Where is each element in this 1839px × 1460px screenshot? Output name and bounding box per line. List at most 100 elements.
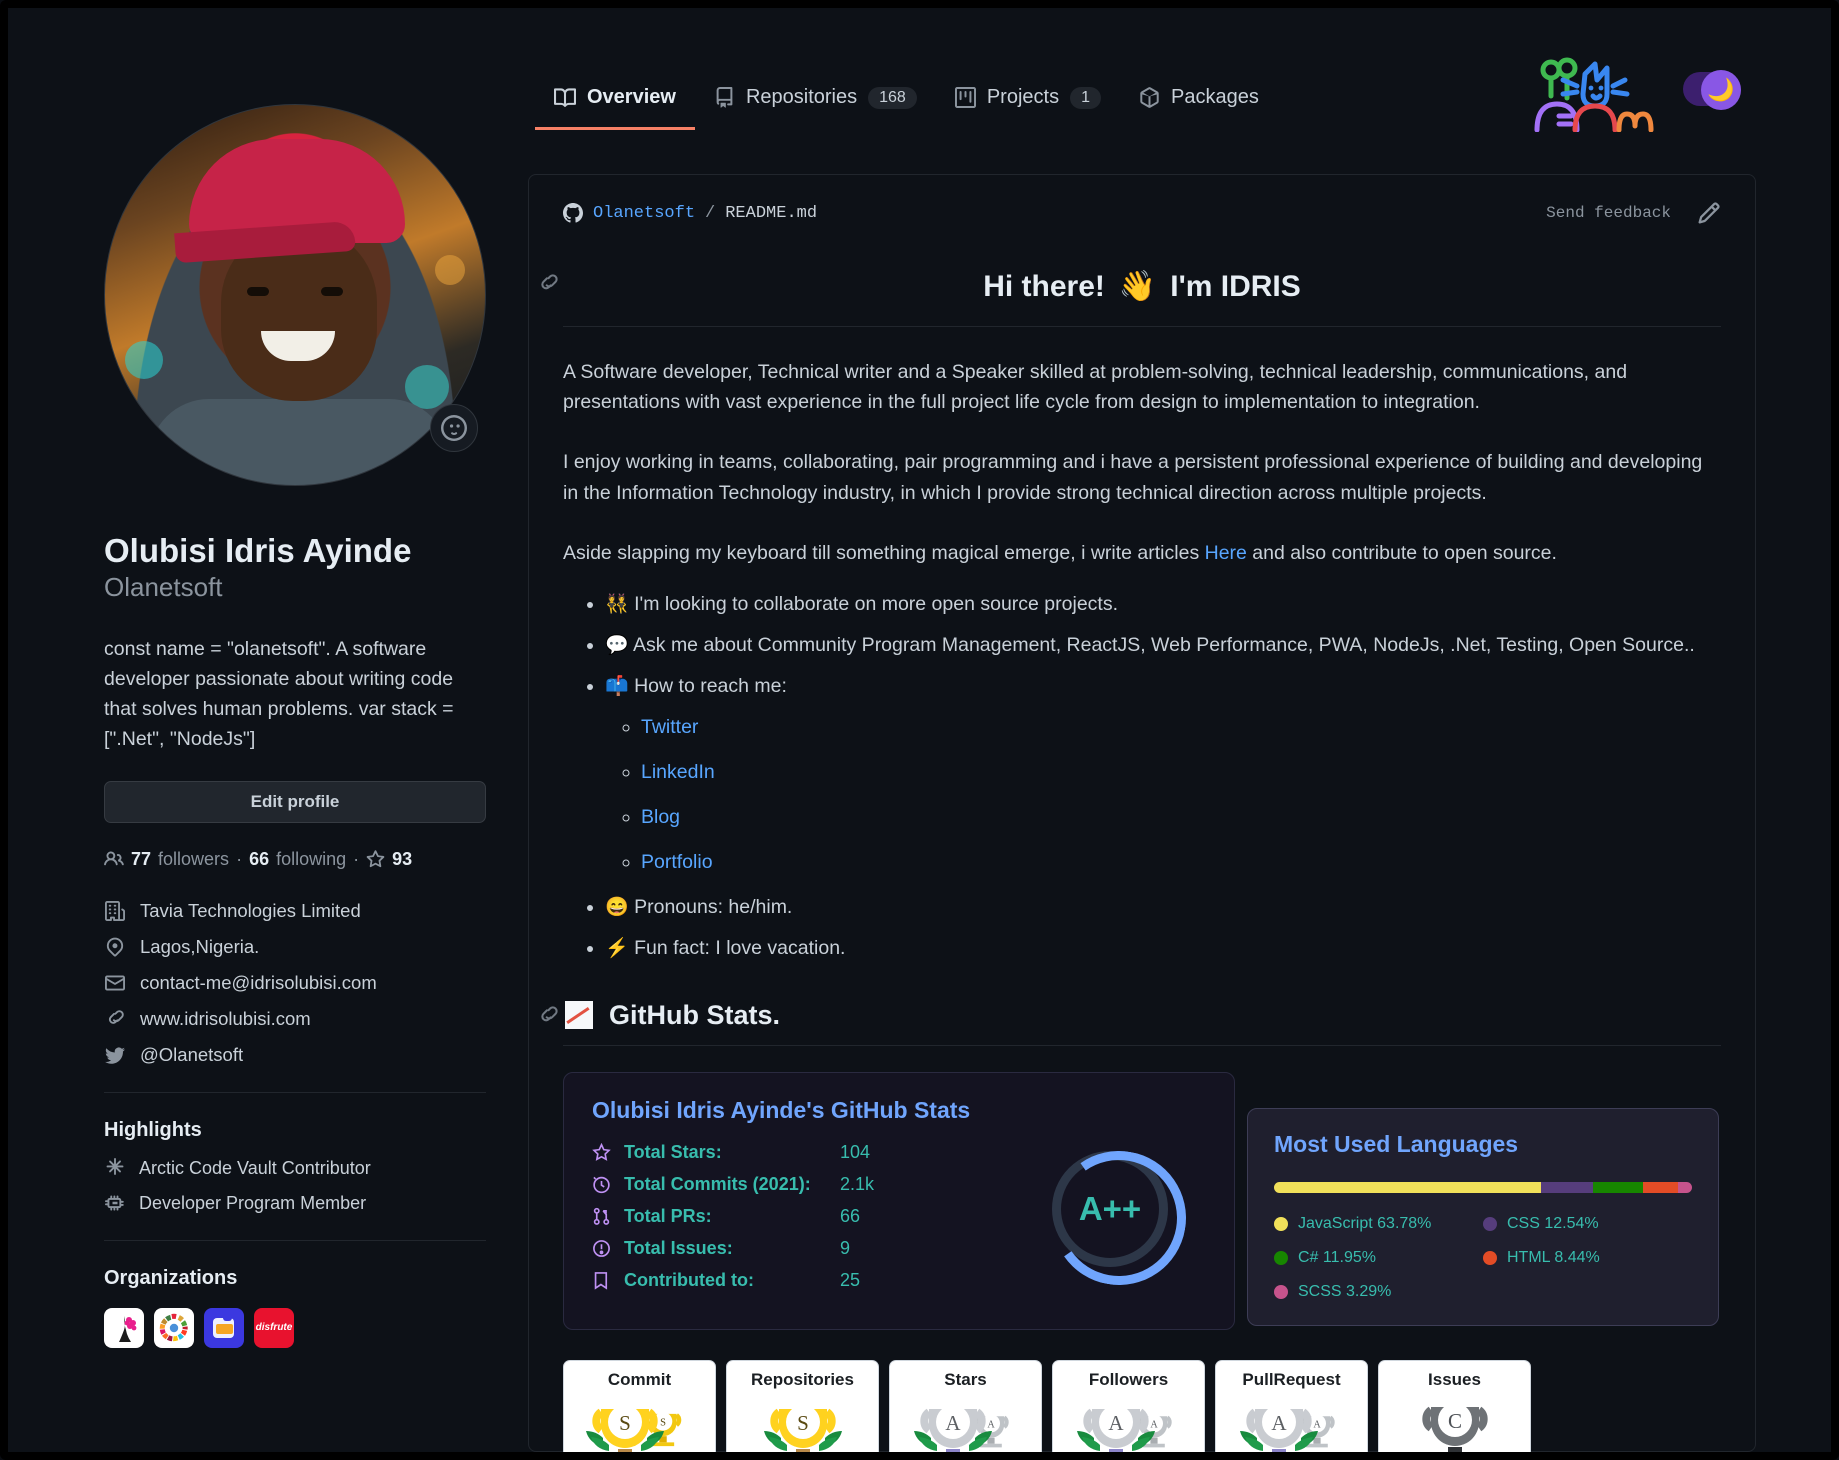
tab-repositories[interactable]: Repositories 168	[695, 86, 936, 130]
list-item: Blog	[641, 803, 1721, 832]
meta-twitter-text: @Olanetsoft	[140, 1043, 244, 1065]
stat-value: 66	[840, 1206, 861, 1227]
profile-bio: const name = "olanetsoft". A software de…	[104, 637, 454, 751]
twitter-link[interactable]: Twitter	[641, 716, 698, 738]
edit-profile-button[interactable]: Edit profile	[104, 780, 486, 823]
location-icon	[104, 937, 126, 957]
svg-text:A: A	[1271, 1411, 1287, 1435]
sidebar-divider-2	[104, 1239, 486, 1241]
people-icon	[104, 849, 124, 869]
tab-overview[interactable]: Overview	[535, 86, 695, 130]
trophy-title: Commit	[607, 1370, 672, 1390]
trophy-title: Stars	[944, 1370, 987, 1390]
readme-header: Olanetsoft / README.md Send feedback	[529, 175, 1755, 225]
legend-dot-javascript	[1274, 1217, 1288, 1232]
trophy-cup-icon: A A	[898, 1390, 1033, 1452]
meta-location-text: Lagos,Nigeria.	[140, 935, 260, 957]
list-item: LinkedIn	[641, 758, 1721, 787]
following-label[interactable]: following	[276, 849, 346, 870]
legend-css: CSS 12.54%	[1483, 1215, 1692, 1233]
trophy-commit: Commit S S Deep Committer 2.3kpt	[563, 1360, 716, 1452]
org-avatar-4[interactable]: disfrute	[254, 1307, 294, 1348]
github-profile-page: Overview Repositories 168 Projects 1 Pac…	[0, 0, 1839, 1460]
svg-text:A: A	[1150, 1420, 1158, 1431]
lang-segment-scss	[1678, 1182, 1692, 1194]
list-item: 💬 Ask me about Community Program Managem…	[605, 631, 1721, 660]
legend-csharp: C# 11.95%	[1274, 1249, 1483, 1267]
languages-card-title: Most Used Languages	[1274, 1131, 1519, 1158]
svg-text:S: S	[660, 1418, 666, 1429]
legend-html: HTML 8.44%	[1483, 1249, 1692, 1267]
star-icon	[366, 849, 385, 869]
profile-login: Olanetsoft	[104, 572, 223, 603]
org-avatar-1[interactable]	[104, 1307, 144, 1348]
tab-projects[interactable]: Projects 1	[936, 86, 1120, 130]
legend-dot-csharp	[1274, 1251, 1288, 1266]
svg-text:A: A	[987, 1420, 995, 1431]
legend-label: JavaScript 63.78%	[1298, 1215, 1432, 1233]
stat-label: Total Commits (2021):	[624, 1174, 811, 1195]
history-icon	[592, 1175, 624, 1194]
meta-email[interactable]: contact-me@idrisolubisi.com	[104, 972, 486, 994]
rank-label: A++	[1078, 1190, 1142, 1228]
org-avatar-4-label: disfrute	[255, 1322, 293, 1334]
twitter-icon	[104, 1045, 126, 1065]
rank-circle: A++	[1052, 1151, 1168, 1268]
followers-label[interactable]: followers	[158, 849, 229, 870]
readme-owner[interactable]: Olanetsoft	[593, 204, 695, 223]
linkedin-link[interactable]: LinkedIn	[641, 761, 715, 783]
bullet-text: Ask me about Community Program Managemen…	[633, 634, 1695, 657]
trophy-followers: Followers A A Active User 77pt	[1052, 1360, 1205, 1452]
followers-count[interactable]: 77	[131, 849, 151, 870]
bullet-text: Fun fact: I love vacation.	[634, 936, 846, 959]
avatar-wrapper	[104, 104, 486, 486]
trophy-repositories: Repositories S Super Repo Creator 85pt	[726, 1360, 879, 1452]
bullet-text: I'm looking to collaborate on more open …	[634, 593, 1118, 616]
org-avatar-2[interactable]	[154, 1307, 194, 1348]
stat-value: 104	[840, 1142, 871, 1163]
readme-filename[interactable]: README.md	[725, 204, 817, 223]
trophy-cup-icon: C	[1387, 1390, 1522, 1452]
svg-text:S: S	[619, 1411, 631, 1435]
send-feedback-link[interactable]: Send feedback	[1546, 204, 1671, 222]
list-item: 😄 Pronouns: he/him.	[605, 893, 1721, 922]
articles-here-link[interactable]: Here	[1205, 542, 1247, 564]
tab-packages[interactable]: Packages	[1120, 86, 1278, 130]
stat-label: Total Stars:	[624, 1142, 722, 1163]
stats-heading-label: GitHub Stats.	[609, 999, 781, 1030]
highlight-developer-program[interactable]: Developer Program Member	[104, 1193, 486, 1214]
meta-twitter[interactable]: @Olanetsoft	[104, 1044, 486, 1066]
mailbox-icon: 📫	[605, 676, 629, 698]
readme-paragraph-1: A Software developer, Technical writer a…	[563, 361, 1628, 414]
smiley-icon	[441, 415, 467, 441]
avatar[interactable]	[104, 104, 486, 486]
most-used-languages-card: Most Used Languages JavaScript 63.78% CS…	[1247, 1108, 1719, 1327]
pencil-icon[interactable]	[1697, 201, 1721, 225]
highlight-arctic-label: Arctic Code Vault Contributor	[139, 1157, 371, 1178]
github-stats-heading: GitHub Stats.	[541, 999, 1721, 1047]
theme-toggle[interactable]: 🌙	[1683, 70, 1741, 110]
legend-label: SCSS 3.29%	[1298, 1283, 1392, 1301]
following-count[interactable]: 66	[249, 849, 269, 870]
meta-website[interactable]: www.idrisolubisi.com	[104, 1008, 486, 1030]
svg-text:S: S	[797, 1411, 809, 1435]
lang-segment-csharp	[1593, 1182, 1643, 1194]
book-icon	[554, 87, 576, 109]
trophy-cup-icon: A A	[1061, 1390, 1196, 1452]
speech-balloon-icon: 💬	[605, 635, 629, 657]
portfolio-link[interactable]: Portfolio	[641, 851, 713, 873]
highlight-arctic-code-vault[interactable]: Arctic Code Vault Contributor	[104, 1158, 486, 1179]
stats-anchor-icon[interactable]	[537, 1005, 559, 1027]
set-status-button[interactable]	[430, 404, 478, 452]
organization-icon	[104, 900, 126, 921]
org-avatar-3[interactable]	[204, 1307, 244, 1348]
heading-anchor-icon[interactable]	[537, 273, 559, 295]
legend-dot-html	[1483, 1251, 1497, 1266]
readme-separator: /	[705, 203, 716, 223]
waving-hand-icon: 👋	[1118, 270, 1157, 303]
trophy-cup-icon: S	[735, 1390, 870, 1452]
stat-label: Contributed to:	[624, 1270, 754, 1291]
blog-link[interactable]: Blog	[641, 806, 680, 828]
stars-count[interactable]: 93	[392, 849, 412, 870]
profile-meta-list: Tavia Technologies Limited Lagos,Nigeria…	[104, 900, 486, 1066]
